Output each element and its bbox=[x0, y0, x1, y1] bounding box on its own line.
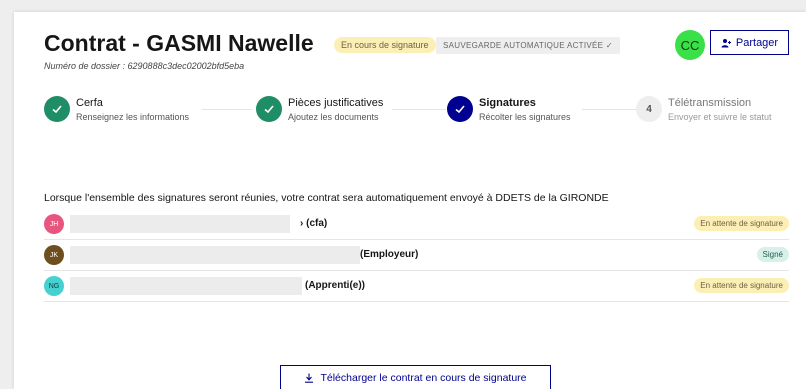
step-subtitle: Renseignez les informations bbox=[76, 112, 190, 122]
step-subtitle: Envoyer et suivre le statut bbox=[668, 112, 772, 122]
signature-status-badge: En attente de signature bbox=[694, 278, 789, 293]
step-title: Télétransmission bbox=[668, 97, 752, 109]
step-done-indicator bbox=[256, 96, 282, 122]
redacted-name bbox=[70, 246, 360, 264]
redacted-name bbox=[70, 277, 302, 295]
avatar: JH bbox=[44, 214, 64, 234]
step-title: Signatures bbox=[479, 97, 536, 109]
page-title: Contrat - GASMI Nawelle bbox=[44, 30, 314, 56]
signatory-role: (Employeur) bbox=[360, 249, 419, 260]
step-title: Cerfa bbox=[76, 97, 103, 109]
user-plus-icon bbox=[721, 38, 731, 47]
step-title: Pièces justificatives bbox=[288, 97, 384, 109]
status-badge: En cours de signature bbox=[334, 37, 436, 53]
contract-card: Contrat - GASMI Nawelle En cours de sign… bbox=[14, 12, 806, 389]
signature-status-badge: En attente de signature bbox=[694, 216, 789, 231]
step-done-indicator bbox=[44, 96, 70, 122]
signatory-role: (Apprenti(e)) bbox=[305, 280, 365, 291]
signatory-row: JK (Employeur) Signé bbox=[44, 240, 789, 271]
step-number: 4 bbox=[636, 96, 662, 122]
check-icon bbox=[455, 105, 465, 114]
signatory-row: NG (Apprenti(e)) En attente de signature bbox=[44, 271, 789, 302]
info-text: Lorsque l'ensemble des signatures seront… bbox=[44, 192, 609, 204]
redacted-name bbox=[70, 215, 290, 233]
share-button-label: Partager bbox=[735, 36, 779, 49]
download-icon bbox=[305, 373, 314, 383]
check-icon bbox=[52, 105, 62, 114]
signature-status-badge: Signé bbox=[756, 247, 789, 262]
step-connector bbox=[582, 109, 636, 110]
step-subtitle: Récolter les signatures bbox=[479, 112, 571, 122]
signatory-role: › (cfa) bbox=[300, 218, 328, 229]
autosave-badge: SAUVEGARDE AUTOMATIQUE ACTIVÉE ✓ bbox=[436, 37, 620, 54]
check-icon bbox=[264, 105, 274, 114]
step-connector bbox=[392, 109, 446, 110]
step-connector bbox=[202, 109, 252, 110]
download-button-label: Télécharger le contrat en cours de signa… bbox=[320, 372, 527, 384]
share-button[interactable]: Partager bbox=[710, 30, 789, 55]
avatar: JK bbox=[44, 245, 64, 265]
step-subtitle: Ajoutez les documents bbox=[288, 112, 379, 122]
step-current-indicator bbox=[447, 96, 473, 122]
signatory-row: JH › (cfa) En attente de signature bbox=[44, 209, 789, 240]
avatar: NG bbox=[44, 276, 64, 296]
dossier-number: Numéro de dossier : 6290888c3dec02002bfd… bbox=[44, 61, 245, 71]
download-contract-button[interactable]: Télécharger le contrat en cours de signa… bbox=[280, 365, 551, 389]
user-avatar[interactable]: CC bbox=[675, 30, 705, 60]
